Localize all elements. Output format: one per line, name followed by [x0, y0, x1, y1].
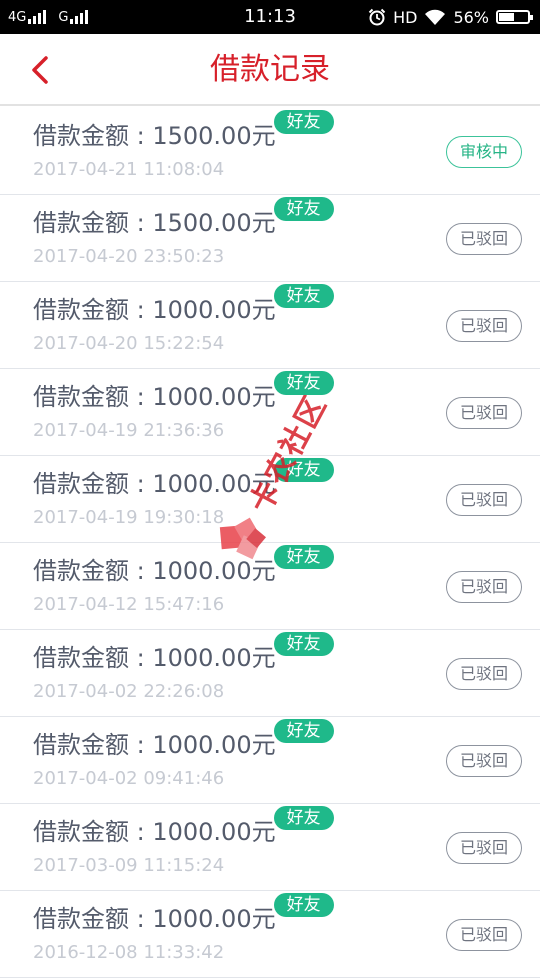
alarm-icon	[368, 8, 386, 26]
loan-amount: 借款金额 : 1000.00元	[33, 818, 276, 846]
friend-badge: 好友	[273, 371, 334, 395]
status-badge: 已驳回	[446, 484, 522, 516]
battery-level	[499, 13, 514, 21]
system-icons: HD 56%	[361, 0, 533, 34]
friend-badge: 好友	[273, 893, 334, 917]
loan-amount-line: 借款金额 : 1000.00元 好友	[33, 284, 334, 326]
friend-badge: 好友	[273, 197, 334, 221]
wifi-icon	[425, 9, 446, 25]
loan-record-row[interactable]: 借款金额 : 1500.00元 好友 2017-04-20 23:50:23 已驳回	[0, 195, 540, 282]
friend-badge: 好友	[273, 284, 334, 308]
record-date: 2017-04-19 21:36:36	[33, 420, 225, 441]
loan-amount: 借款金额 : 1500.00元	[33, 209, 276, 237]
loan-record-row[interactable]: 借款金额 : 1000.00元 好友 2017-03-09 11:15:24 已驳回	[0, 804, 540, 891]
status-badge: 已驳回	[446, 571, 522, 603]
status-badge: 已驳回	[446, 310, 522, 342]
loan-amount-line: 借款金额 : 1000.00元 好友	[33, 893, 334, 935]
loan-record-row[interactable]: 借款金额 : 1000.00元 好友 2017-04-19 19:30:18 已驳回	[0, 456, 540, 543]
loan-amount-line: 借款金额 : 1000.00元 好友	[33, 806, 334, 848]
friend-badge: 好友	[273, 545, 334, 569]
loan-record-row[interactable]: 借款金额 : 1000.00元 好友 2016-12-08 11:33:42 已驳回	[0, 891, 540, 978]
battery-percent: 56%	[453, 7, 489, 27]
record-date: 2017-04-21 11:08:04	[33, 159, 225, 180]
loan-amount-line: 借款金额 : 1000.00元 好友	[33, 458, 334, 500]
loan-amount-line: 借款金额 : 1000.00元 好友	[33, 719, 334, 761]
loan-amount: 借款金额 : 1500.00元	[33, 122, 276, 150]
status-badge: 已驳回	[446, 832, 522, 864]
status-badge: 已驳回	[446, 919, 522, 951]
loan-amount: 借款金额 : 1000.00元	[33, 731, 276, 759]
record-date: 2017-04-20 23:50:23	[33, 246, 225, 267]
loan-amount: 借款金额 : 1000.00元	[33, 644, 276, 672]
record-date: 2017-03-09 11:15:24	[33, 855, 225, 876]
record-date: 2017-04-12 15:47:16	[33, 594, 225, 615]
friend-badge: 好友	[273, 806, 334, 830]
loan-record-row[interactable]: 借款金额 : 1000.00元 好友 2017-04-19 21:36:36 已驳回	[0, 369, 540, 456]
status-badge: 已驳回	[446, 223, 522, 255]
status-bar: 4G G 11:13 HD 56%	[0, 0, 540, 34]
page-title: 借款记录	[210, 52, 330, 87]
friend-badge: 好友	[273, 110, 334, 134]
record-date: 2017-04-02 09:41:46	[33, 768, 225, 789]
friend-badge: 好友	[273, 632, 334, 656]
friend-badge: 好友	[273, 719, 334, 743]
loan-record-row[interactable]: 借款金额 : 1000.00元 好友 2017-04-02 22:26:08 已驳回	[0, 630, 540, 717]
loan-amount-line: 借款金额 : 1000.00元 好友	[33, 632, 334, 674]
status-badge: 已驳回	[446, 658, 522, 690]
record-date: 2017-04-20 15:22:54	[33, 333, 225, 354]
loan-record-row[interactable]: 借款金额 : 1500.00元 好友 2017-04-21 11:08:04 审核中	[0, 108, 540, 195]
loan-record-row[interactable]: 借款金额 : 1000.00元 好友 2017-04-02 09:41:46 已驳回	[0, 717, 540, 804]
status-badge: 已驳回	[446, 745, 522, 777]
status-badge: 已驳回	[446, 397, 522, 429]
loan-amount-line: 借款金额 : 1500.00元 好友	[33, 197, 334, 239]
loan-amount-line: 借款金额 : 1000.00元 好友	[33, 371, 334, 413]
app-header: 借款记录	[0, 34, 540, 106]
friend-badge: 好友	[273, 458, 334, 482]
loan-amount: 借款金额 : 1000.00元	[33, 905, 276, 933]
loan-amount: 借款金额 : 1000.00元	[33, 383, 276, 411]
loan-amount: 借款金额 : 1000.00元	[33, 470, 276, 498]
loan-amount-line: 借款金额 : 1000.00元 好友	[33, 545, 334, 587]
loan-amount: 借款金额 : 1000.00元	[33, 296, 276, 324]
battery-icon	[496, 10, 533, 24]
status-badge: 审核中	[446, 136, 522, 168]
record-date: 2017-04-02 22:26:08	[33, 681, 225, 702]
record-date: 2017-04-19 19:30:18	[33, 507, 225, 528]
loan-amount-line: 借款金额 : 1500.00元 好友	[33, 110, 334, 152]
loan-amount: 借款金额 : 1000.00元	[33, 557, 276, 585]
loan-record-row[interactable]: 借款金额 : 1000.00元 好友 2017-04-12 15:47:16 已驳回	[0, 543, 540, 630]
loan-record-row[interactable]: 借款金额 : 1000.00元 好友 2017-04-20 15:22:54 已驳回	[0, 282, 540, 369]
loan-record-list: 借款金额 : 1500.00元 好友 2017-04-21 11:08:04 审核中借…	[0, 108, 540, 978]
hd-indicator: HD	[393, 7, 418, 27]
